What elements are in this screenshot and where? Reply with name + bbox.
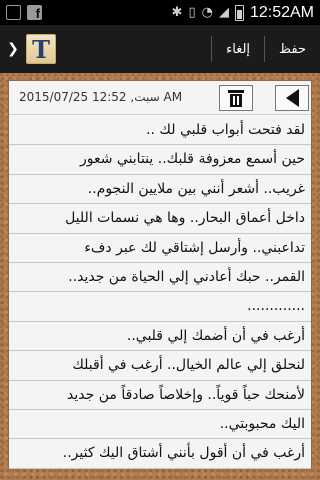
notification-icon xyxy=(6,5,21,20)
bluetooth-icon: ✱ xyxy=(171,5,183,20)
action-bar: ❯ T إلغاء حفظ xyxy=(0,25,320,73)
note-card: 2015/07/25 سبت, 12:52 AM لقد فتحت أبواب … xyxy=(8,80,312,469)
play-button[interactable] xyxy=(275,85,309,111)
note-line: تداعبني.. وأرسل إشتاقي لك عبر دفء xyxy=(9,234,311,263)
note-line: أرغب في أن أقول بأنني أشتاق اليك كثير.. xyxy=(9,439,311,469)
play-left-icon xyxy=(285,89,299,107)
cancel-button[interactable]: إلغاء xyxy=(212,25,264,73)
note-line: اليك محبوبتي.. xyxy=(9,410,311,440)
delete-button[interactable] xyxy=(219,85,253,111)
note-date: 2015/07/25 سبت, 12:52 AM xyxy=(19,90,183,104)
save-button[interactable]: حفظ xyxy=(265,25,320,73)
facebook-icon: f xyxy=(27,5,42,20)
note-line: القمر.. حبك أعادني إلي الحياة من جديد.. xyxy=(9,263,311,293)
note-line: داخل أعماق البحار.. وها هي نسمات الليل xyxy=(9,204,311,234)
signal-icon: ◢ xyxy=(218,5,229,20)
note-line: لنحلق إلي عالم الخيال.. أرغب في أقبلك xyxy=(9,351,311,381)
status-time: 12:52AM xyxy=(249,3,314,21)
note-line: لقد فتحت أبواب قلبي لك .. xyxy=(9,116,311,146)
cork-board-background: 2015/07/25 سبت, 12:52 AM لقد فتحت أبواب … xyxy=(0,73,320,480)
note-line: غريب.. أشعر أنني بين ملايين النجوم.. xyxy=(9,175,311,205)
note-line: حين أسمع معزوفة قلبك.. ينتابني شعور xyxy=(9,145,311,175)
vibrate-icon: ▯ xyxy=(188,5,196,20)
note-line xyxy=(9,469,311,480)
note-line: لأمنحك حباً قوياً.. وإخلاصاً صادقاً من ج… xyxy=(9,381,311,410)
note-header: 2015/07/25 سبت, 12:52 AM xyxy=(9,81,311,115)
trash-icon xyxy=(228,89,244,107)
note-line: ............. xyxy=(9,292,311,322)
chevron-left-icon[interactable]: ❯ xyxy=(4,41,22,57)
wifi-icon: ◔ xyxy=(201,5,213,20)
app-logo[interactable]: T xyxy=(26,34,56,64)
status-bar: f ✱ ▯ ◔ ◢ 12:52AM xyxy=(0,0,320,25)
note-line: أرغب في أن أضمك إلي قلبي.. xyxy=(9,322,311,352)
note-text-area[interactable]: لقد فتحت أبواب قلبي لك .. حين أسمع معزوف… xyxy=(9,116,311,480)
battery-icon xyxy=(234,4,244,21)
